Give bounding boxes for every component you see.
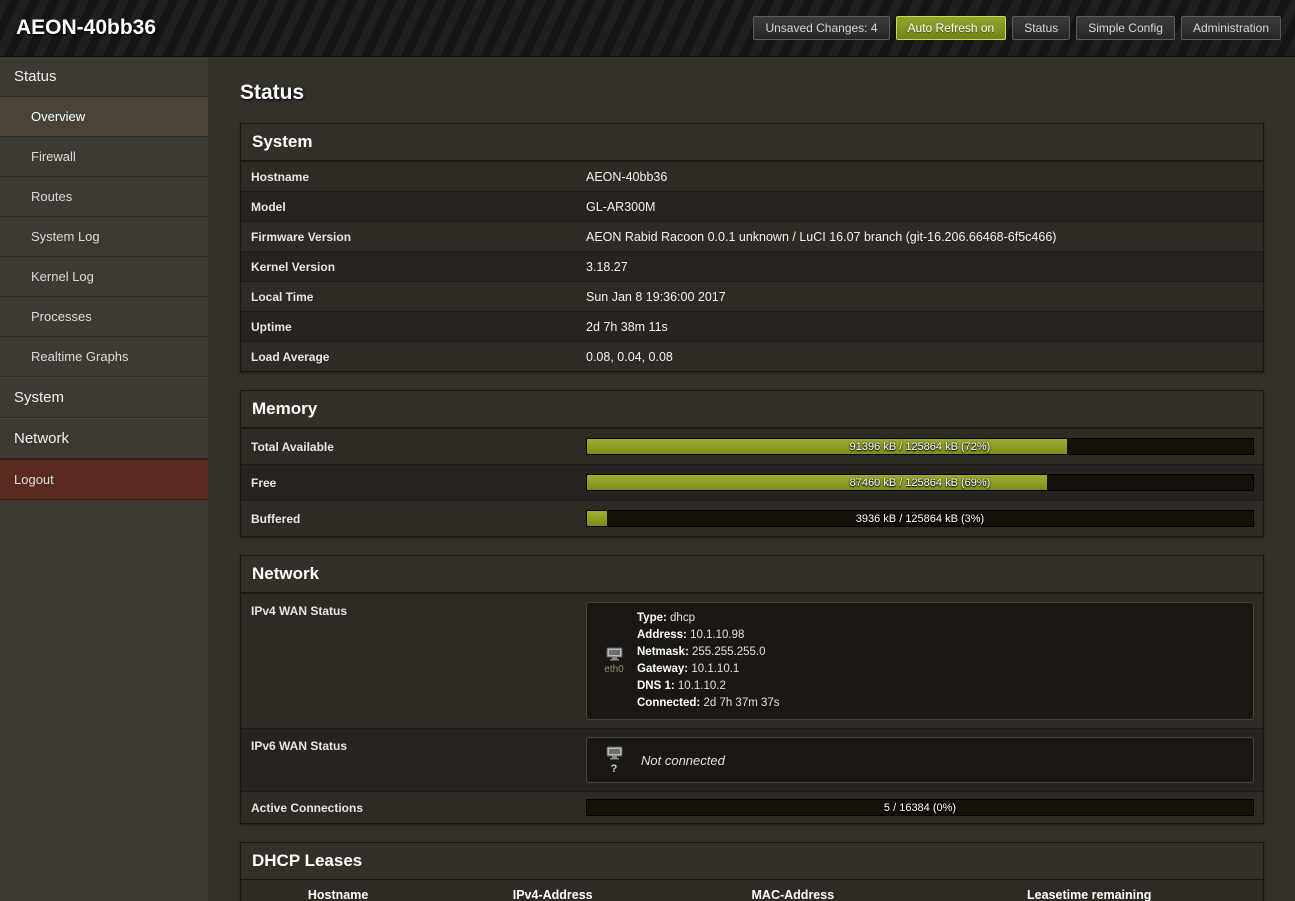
column-header-hostname: Hostname — [241, 880, 435, 901]
sidebar-item-routes[interactable]: Routes — [0, 177, 208, 217]
wan-detail-line: Netmask: 255.255.255.0 — [637, 644, 1245, 661]
wan-detail-line: Address: 10.1.10.98 — [637, 627, 1245, 644]
row-value: Sun Jan 8 19:36:00 2017 — [586, 290, 1263, 304]
page-title: Status — [240, 81, 1264, 105]
system-section: System Hostname AEON-40bb36 Model GL-AR3… — [240, 123, 1264, 372]
system-row-model: Model GL-AR300M — [241, 191, 1263, 221]
progressbar-text: 3936 kB / 125864 kB (3%) — [587, 511, 1253, 527]
memory-buffered-progressbar: 3936 kB / 125864 kB (3%) — [586, 510, 1254, 527]
system-row-loadavg: Load Average 0.08, 0.04, 0.08 — [241, 341, 1263, 371]
system-row-uptime: Uptime 2d 7h 38m 11s — [241, 311, 1263, 341]
topbar-buttons: Unsaved Changes: 4 Auto Refresh on Statu… — [753, 16, 1281, 40]
memory-row-total: Total Available 91396 kB / 125864 kB (72… — [241, 428, 1263, 464]
row-label: Uptime — [241, 312, 586, 341]
row-label: Buffered — [241, 501, 586, 536]
ipv6-wan-row: IPv6 WAN Status ? — [241, 728, 1263, 791]
wan-interface-label: eth0 — [595, 664, 633, 675]
row-label: IPv4 WAN Status — [241, 594, 586, 728]
sidebar-item-processes[interactable]: Processes — [0, 297, 208, 337]
sidebar-item-overview[interactable]: Overview — [0, 97, 208, 137]
system-section-title: System — [241, 124, 1263, 161]
ipv6-status-text: Not connected — [633, 753, 725, 768]
column-header-mac-address: MAC-Address — [670, 880, 915, 901]
ethernet-icon — [606, 752, 623, 763]
progressbar-text: 87460 kB / 125864 kB (69%) — [587, 475, 1253, 491]
memory-section-title: Memory — [241, 391, 1263, 428]
main-content: Status System Hostname AEON-40bb36 Model… — [208, 57, 1295, 901]
sidebar-section-network[interactable]: Network — [0, 418, 208, 459]
ipv4-wan-status-box: eth0 Type: dhcp Address: 10.1.10.98 Netm… — [586, 602, 1254, 720]
row-label: Model — [241, 192, 586, 221]
row-value: GL-AR300M — [586, 200, 1263, 214]
dhcp-table-header: Hostname IPv4-Address MAC-Address Leaset… — [241, 880, 1263, 901]
system-row-firmware: Firmware Version AEON Rabid Racoon 0.0.1… — [241, 221, 1263, 251]
progressbar-text: 5 / 16384 (0%) — [587, 800, 1253, 816]
sidebar-item-firewall[interactable]: Firewall — [0, 137, 208, 177]
network-section-title: Network — [241, 556, 1263, 593]
sidebar-item-system-log[interactable]: System Log — [0, 217, 208, 257]
memory-total-progressbar: 91396 kB / 125864 kB (72%) — [586, 438, 1254, 455]
row-value: AEON Rabid Racoon 0.0.1 unknown / LuCI 1… — [586, 230, 1263, 244]
unknown-interface-label: ? — [595, 763, 633, 775]
row-label: Active Connections — [241, 792, 586, 823]
memory-free-progressbar: 87460 kB / 125864 kB (69%) — [586, 474, 1254, 491]
wan-detail-line: DNS 1: 10.1.10.2 — [637, 678, 1245, 695]
row-label: IPv6 WAN Status — [241, 729, 586, 791]
row-value: 0.08, 0.04, 0.08 — [586, 350, 1263, 364]
top-header: AEON-40bb36 Unsaved Changes: 4 Auto Refr… — [0, 0, 1295, 57]
sidebar-section-status[interactable]: Status — [0, 57, 208, 97]
tab-simple-config[interactable]: Simple Config — [1076, 16, 1175, 40]
memory-row-free: Free 87460 kB / 125864 kB (69%) — [241, 464, 1263, 500]
row-label: Firmware Version — [241, 222, 586, 251]
system-row-hostname: Hostname AEON-40bb36 — [241, 161, 1263, 191]
row-label: Local Time — [241, 282, 586, 311]
system-row-localtime: Local Time Sun Jan 8 19:36:00 2017 — [241, 281, 1263, 311]
row-label: Load Average — [241, 342, 586, 371]
connections-progressbar: 5 / 16384 (0%) — [586, 799, 1254, 816]
sidebar: Status Overview Firewall Routes System L… — [0, 57, 208, 901]
row-label: Total Available — [241, 429, 586, 464]
sidebar-item-kernel-log[interactable]: Kernel Log — [0, 257, 208, 297]
wan-detail-line: Connected: 2d 7h 37m 37s — [637, 695, 1245, 712]
sidebar-item-realtime-graphs[interactable]: Realtime Graphs — [0, 337, 208, 377]
sidebar-section-system[interactable]: System — [0, 377, 208, 418]
row-value: 3.18.27 — [586, 260, 1263, 274]
active-connections-row: Active Connections 5 / 16384 (0%) — [241, 791, 1263, 823]
memory-section: Memory Total Available 91396 kB / 125864… — [240, 390, 1264, 537]
unsaved-changes-button[interactable]: Unsaved Changes: 4 — [753, 16, 889, 40]
auto-refresh-toggle[interactable]: Auto Refresh on — [896, 16, 1007, 40]
system-row-kernel: Kernel Version 3.18.27 — [241, 251, 1263, 281]
tab-administration[interactable]: Administration — [1181, 16, 1281, 40]
column-header-leasetime: Leasetime remaining — [915, 880, 1262, 901]
network-section: Network IPv4 WAN Status e — [240, 555, 1264, 824]
wan-detail-line: Type: dhcp — [637, 610, 1245, 627]
row-label: Hostname — [241, 162, 586, 191]
column-header-ipv4-address: IPv4-Address — [435, 880, 670, 901]
ipv6-wan-status-box: ? Not connected — [586, 737, 1254, 783]
ipv4-wan-row: IPv4 WAN Status eth0 — [241, 593, 1263, 728]
row-label: Kernel Version — [241, 252, 586, 281]
row-value: 2d 7h 38m 11s — [586, 320, 1263, 334]
progressbar-text: 91396 kB / 125864 kB (72%) — [587, 439, 1253, 455]
memory-row-buffered: Buffered 3936 kB / 125864 kB (3%) — [241, 500, 1263, 536]
sidebar-item-logout[interactable]: Logout — [0, 459, 208, 500]
row-value: AEON-40bb36 — [586, 170, 1263, 184]
dhcp-leases-section: DHCP Leases Hostname IPv4-Address MAC-Ad… — [240, 842, 1264, 901]
ethernet-icon — [606, 653, 623, 664]
hostname-title: AEON-40bb36 — [16, 0, 156, 56]
tab-status[interactable]: Status — [1012, 16, 1070, 40]
row-label: Free — [241, 465, 586, 500]
dhcp-section-title: DHCP Leases — [241, 843, 1263, 880]
wan-detail-line: Gateway: 10.1.10.1 — [637, 661, 1245, 678]
